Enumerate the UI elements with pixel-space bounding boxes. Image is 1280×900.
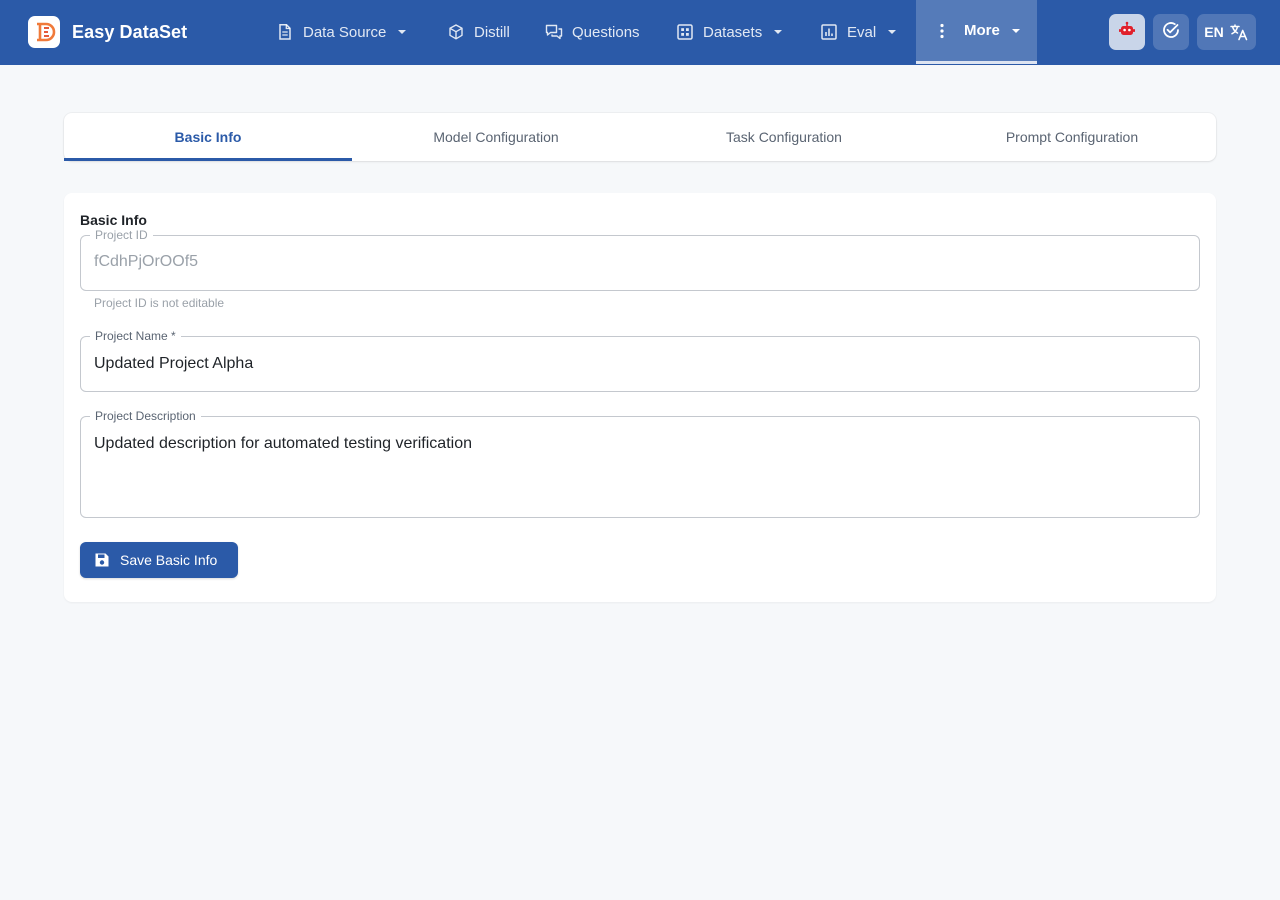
nav-more[interactable]: More (916, 0, 1037, 64)
brand[interactable]: Easy DataSet (28, 16, 187, 48)
tasks-button[interactable] (1153, 14, 1189, 50)
project-description-field[interactable]: Project Description Updated description … (80, 409, 1200, 518)
nav-distill[interactable]: Distill (447, 0, 510, 64)
tab-basic-info[interactable]: Basic Info (64, 113, 352, 161)
chevron-down-icon (773, 27, 783, 37)
grid-icon (676, 23, 694, 41)
project-name-input[interactable]: Updated Project Alpha (94, 355, 253, 373)
project-description-label: Project Description (90, 409, 201, 423)
settings-tabs: Basic Info Model Configuration Task Conf… (64, 113, 1216, 161)
project-name-label: Project Name * (90, 329, 181, 343)
nav-more-label: More (964, 22, 1000, 39)
robot-icon (1117, 20, 1137, 45)
translate-icon (1229, 22, 1249, 42)
nav-eval-label: Eval (847, 23, 877, 41)
save-basic-info-button[interactable]: Save Basic Info (80, 542, 238, 578)
language-label: EN (1204, 24, 1224, 40)
chevron-down-icon (1011, 26, 1021, 36)
cube-icon (447, 23, 465, 41)
project-id-value: fCdhPjOrOOf5 (94, 253, 199, 270)
bar-chart-icon (820, 23, 838, 41)
chevron-down-icon (887, 27, 897, 37)
check-circle-icon (1161, 20, 1181, 45)
more-vertical-icon (936, 22, 954, 40)
tab-prompt-configuration[interactable]: Prompt Configuration (928, 113, 1216, 161)
document-icon (276, 23, 294, 41)
project-description-textarea[interactable]: Updated description for automated testin… (94, 435, 472, 453)
top-app-bar: Easy DataSet Data Source Distill Questio… (0, 0, 1280, 65)
section-title: Basic Info (80, 212, 147, 228)
project-id-helper-text: Project ID is not editable (94, 296, 225, 310)
nav-distill-label: Distill (474, 23, 510, 41)
nav-questions[interactable]: Questions (545, 0, 640, 64)
project-id-field: Project ID fCdhPjOrOOf5 (80, 228, 1200, 291)
nav-data-source-label: Data Source (303, 23, 387, 41)
nav-eval[interactable]: Eval (820, 0, 897, 64)
chevron-down-icon (397, 27, 407, 37)
project-name-field[interactable]: Project Name * Updated Project Alpha (80, 329, 1200, 392)
nav-datasets-label: Datasets (703, 23, 763, 41)
app-title: Easy DataSet (72, 21, 188, 42)
app-logo-icon (28, 16, 60, 48)
nav-questions-label: Questions (572, 23, 640, 41)
tab-model-configuration[interactable]: Model Configuration (352, 113, 640, 161)
chat-icon (545, 23, 563, 41)
nav-data-source[interactable]: Data Source (276, 0, 407, 64)
tab-task-configuration[interactable]: Task Configuration (640, 113, 928, 161)
project-id-label: Project ID (90, 228, 153, 242)
model-select-button[interactable] (1109, 14, 1145, 50)
save-basic-info-label: Save Basic Info (120, 552, 218, 568)
basic-info-card: Basic Info Project ID fCdhPjOrOOf5 Proje… (64, 193, 1216, 602)
language-switch-button[interactable]: EN (1197, 14, 1256, 50)
save-icon (94, 552, 110, 568)
nav-datasets[interactable]: Datasets (676, 0, 783, 64)
